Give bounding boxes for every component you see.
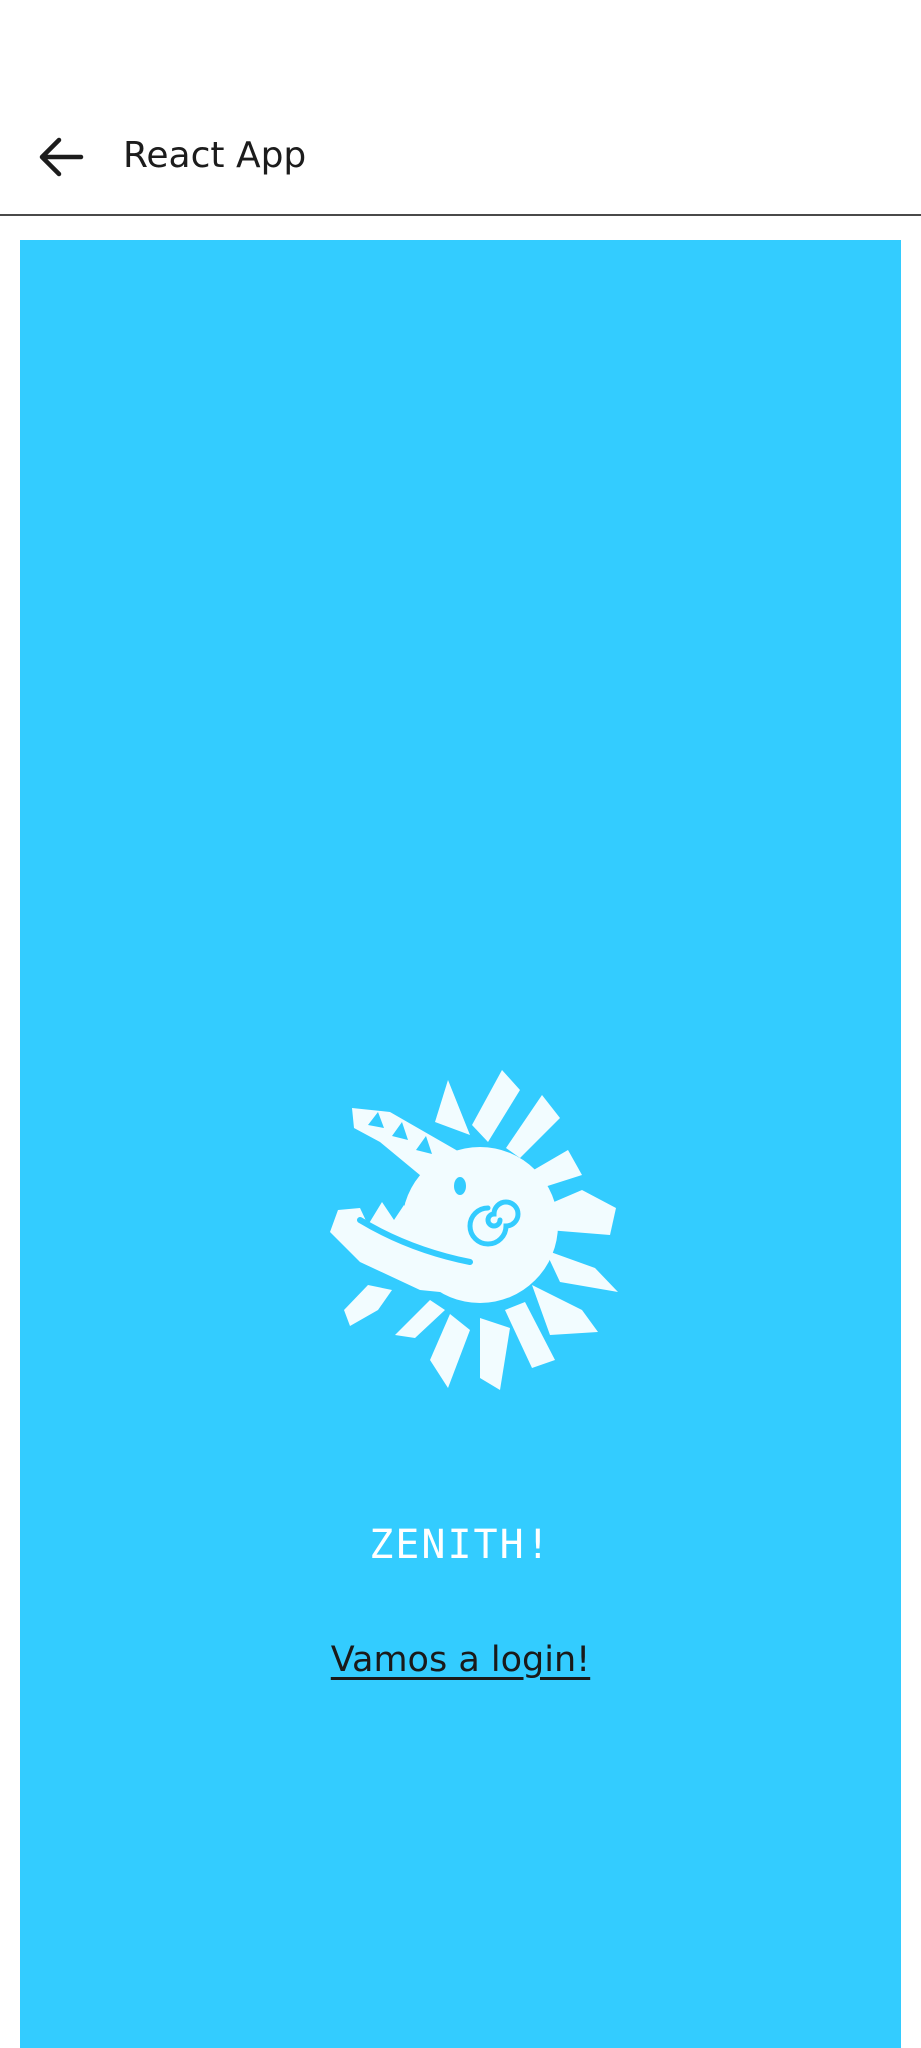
login-link-container: Vamos a login! <box>20 1630 901 1697</box>
back-button[interactable] <box>26 122 96 192</box>
app-headline: ZENITH! <box>369 1522 552 1568</box>
sun-crocodile-logo-icon <box>330 1070 618 1390</box>
login-link[interactable]: Vamos a login! <box>331 1640 590 1680</box>
status-bar <box>0 0 921 96</box>
app-bar: React App <box>0 96 921 216</box>
page-title: React App <box>123 135 307 176</box>
arrow-left-icon <box>39 137 84 177</box>
main-content: ZENITH! Vamos a login! <box>20 240 901 2048</box>
